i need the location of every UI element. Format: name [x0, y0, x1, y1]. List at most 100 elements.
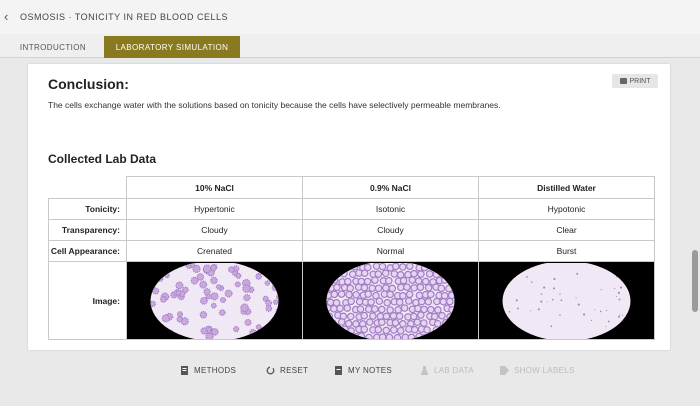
normal-cell	[420, 318, 428, 327]
normal-cell	[453, 324, 455, 333]
normal-cell	[377, 305, 386, 313]
normal-cell	[417, 310, 425, 319]
normal-cell	[446, 297, 454, 305]
scrollbar[interactable]	[692, 68, 698, 342]
normal-cell	[382, 283, 390, 292]
image-cell-normal	[302, 261, 479, 340]
methods-button[interactable]: METHODS	[180, 366, 236, 375]
normal-cell	[432, 270, 441, 278]
normal-cell	[364, 304, 373, 313]
normal-cell	[347, 296, 355, 305]
normal-cell	[461, 284, 467, 290]
normal-cell	[399, 319, 407, 328]
normal-cell	[452, 270, 455, 278]
chevron-left-icon[interactable]: ‹	[4, 10, 16, 23]
crenated-cell	[249, 328, 257, 336]
image-cell-burst	[478, 261, 655, 340]
cell-debris	[508, 310, 511, 313]
cell-debris	[550, 324, 553, 327]
lab-data-heading: Collected Lab Data	[48, 152, 157, 166]
normal-cell	[337, 317, 346, 326]
normal-cell	[429, 262, 438, 271]
cell-debris	[605, 309, 608, 311]
cell-debris	[575, 296, 577, 298]
my-notes-button[interactable]: MY NOTES	[334, 366, 392, 375]
normal-cell	[340, 269, 348, 278]
normal-cell	[395, 311, 404, 320]
crenated-cell	[235, 272, 242, 279]
normal-cell	[446, 312, 454, 321]
table-cell: Normal	[302, 240, 479, 262]
normal-cell	[416, 282, 425, 291]
normal-cell	[427, 305, 435, 313]
normal-cell	[370, 304, 379, 313]
normal-cell	[399, 291, 407, 300]
normal-cell	[440, 275, 449, 284]
normal-cell	[424, 297, 433, 306]
print-button[interactable]: PRINT	[612, 74, 658, 88]
normal-cells-micrograph-icon	[326, 262, 467, 339]
table-row-images: Image:	[48, 261, 655, 340]
normal-cell	[405, 290, 414, 298]
cell-debris	[552, 286, 556, 289]
normal-cell	[447, 291, 455, 299]
tab-introduction[interactable]: INTRODUCTION	[14, 36, 92, 58]
normal-cell	[453, 312, 455, 321]
normal-cell	[456, 305, 462, 311]
normal-cell	[452, 284, 455, 292]
normal-cell	[445, 284, 453, 292]
print-button-label: PRINT	[629, 77, 651, 85]
reset-button[interactable]: RESET	[266, 366, 308, 375]
cell-debris	[540, 292, 543, 295]
cell-debris	[546, 300, 548, 302]
normal-cell	[459, 327, 465, 333]
crenated-cell	[177, 310, 184, 317]
crenated-cell	[219, 296, 227, 303]
show-labels-button[interactable]: SHOW LABELS	[500, 366, 575, 375]
normal-cell	[437, 325, 446, 333]
normal-cell	[330, 332, 339, 339]
normal-cell	[390, 325, 398, 334]
table-row: Tonicity: Hypertonic Isotonic Hypotonic	[48, 198, 655, 220]
crenated-cell	[233, 325, 240, 332]
normal-cell	[391, 262, 400, 270]
normal-cell	[390, 269, 399, 278]
normal-cell	[374, 269, 383, 278]
normal-cell	[382, 326, 391, 334]
normal-cell	[369, 311, 377, 320]
crenated-cell	[202, 263, 212, 273]
cell-debris	[590, 319, 593, 321]
lab-data-table: 10% NaCl 0.9% NaCl Distilled Water Tonic…	[48, 176, 655, 340]
normal-cell	[344, 277, 352, 285]
normal-cell	[403, 282, 411, 291]
cell-debris	[600, 288, 602, 290]
crenated-cell	[275, 293, 279, 300]
normal-cell	[326, 275, 333, 284]
normal-cell	[381, 268, 390, 277]
tab-laboratory-simulation[interactable]: LABORATORY SIMULATION	[104, 36, 240, 58]
normal-cell	[410, 283, 419, 292]
scrollbar-thumb[interactable]	[692, 250, 698, 312]
normal-cell	[336, 333, 345, 339]
table-cell: Crenated	[126, 240, 303, 262]
normal-cell	[420, 333, 429, 339]
normal-cell	[326, 333, 330, 339]
normal-cell	[336, 263, 344, 272]
table-row: Transparency: Cloudy Cloudy Clear	[48, 219, 655, 241]
crenated-cell	[161, 327, 169, 335]
normal-cell	[336, 304, 344, 312]
cell-debris	[515, 298, 518, 301]
conclusion-heading: Conclusion:	[48, 76, 129, 92]
crenated-cell	[175, 280, 184, 290]
normal-cell	[439, 297, 448, 306]
normal-cell	[367, 297, 375, 306]
column-header-0-9-nacl: 0.9% NaCl	[302, 176, 479, 199]
column-header-10-nacl: 10% NaCl	[126, 176, 303, 199]
row-label-transparency: Transparency:	[48, 219, 127, 241]
lab-data-button[interactable]: LAB DATA	[420, 366, 474, 375]
normal-cell	[330, 290, 339, 298]
normal-cell	[345, 290, 353, 298]
cell-debris	[618, 298, 621, 300]
crenated-cell	[199, 310, 208, 319]
burst-cells-micrograph-icon	[502, 262, 631, 339]
